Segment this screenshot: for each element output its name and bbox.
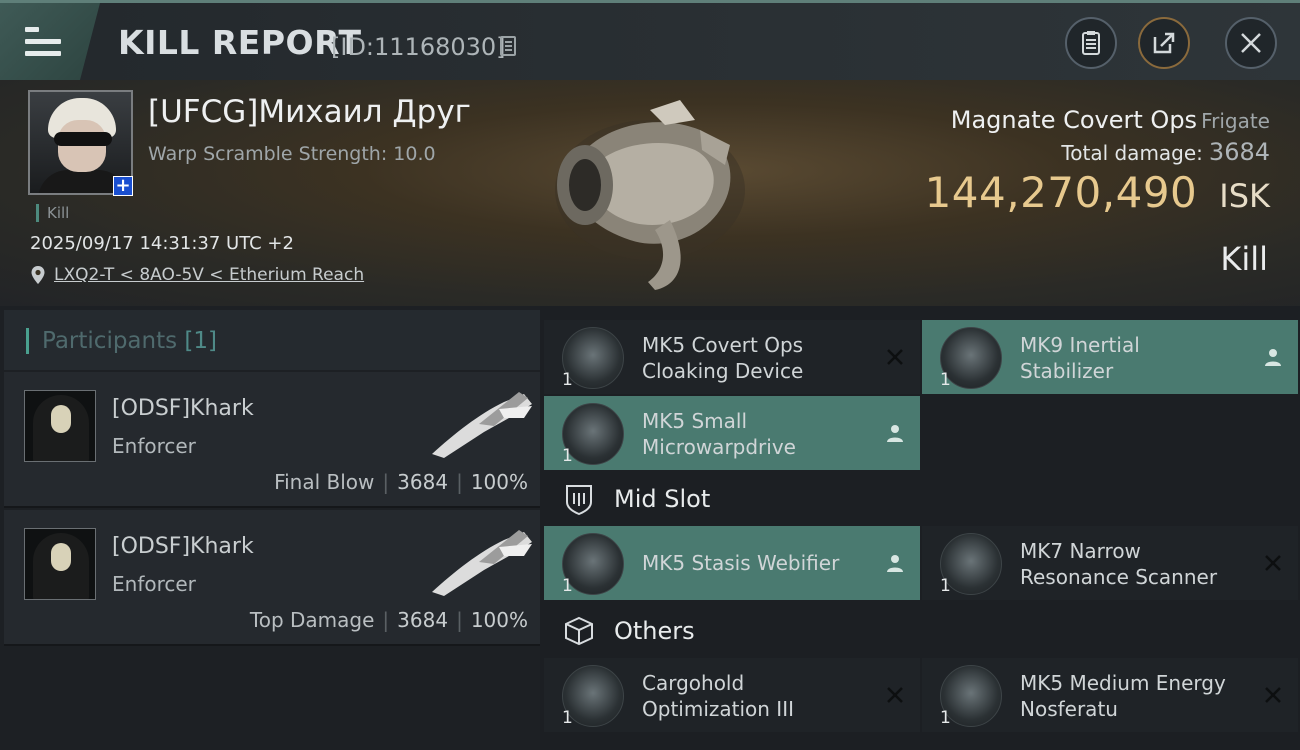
clipboard-icon xyxy=(1082,31,1100,55)
location-link[interactable]: LXQ2-T < 8AO-5V < Etherium Reach xyxy=(54,265,364,285)
module-qty: 1 xyxy=(940,576,951,596)
total-damage-label: Total damage: xyxy=(1061,141,1203,165)
participants-title: Participants [1] xyxy=(42,328,217,354)
destroyed-icon xyxy=(1265,555,1281,571)
participant-row[interactable]: [ODSF]Khark Enforcer Final Blow | 3684 | 100… xyxy=(4,372,540,508)
header-accent xyxy=(26,328,29,354)
kill-datetime: 2025/09/17 14:31:37 UTC +2 xyxy=(30,233,294,254)
hamburger-icon xyxy=(25,27,61,63)
destroyed-icon xyxy=(1265,687,1281,703)
module-name: MK9 Inertial Stabilizer xyxy=(1020,333,1140,383)
module-item[interactable]: 1 MK7 Narrow Resonance Scanner xyxy=(922,526,1298,600)
mid-slot-header: Mid Slot xyxy=(540,472,1300,526)
ship-name-text: Magnate Covert Ops xyxy=(950,106,1198,134)
participant-percent: 100% xyxy=(470,608,528,632)
destroyed-icon xyxy=(887,349,903,365)
total-damage-value: 3684 xyxy=(1208,138,1270,166)
participants-panel: Participants [1] [ODSF]Khark Enforcer Fi… xyxy=(0,306,540,750)
share-button[interactable] xyxy=(1138,17,1190,69)
copy-icon[interactable] xyxy=(500,36,516,56)
share-icon xyxy=(1153,32,1175,54)
dropped-person-icon xyxy=(887,555,903,572)
module-name: Cargohold Optimization III xyxy=(642,671,794,721)
module-item[interactable]: 1 MK5 Medium Energy Nosferatu xyxy=(922,658,1298,732)
others-header: Others xyxy=(540,604,1300,658)
participants-count: [1] xyxy=(184,328,218,354)
module-name: MK7 Narrow Resonance Scanner xyxy=(1020,539,1218,589)
module-qty: 1 xyxy=(940,370,951,390)
location-pin-icon xyxy=(31,266,45,284)
dropped-person-icon xyxy=(1265,349,1281,366)
box-icon xyxy=(565,616,593,646)
participants-title-text: Participants xyxy=(42,328,178,354)
others-title: Others xyxy=(614,617,695,645)
participant-ship-image xyxy=(432,530,532,596)
module-qty: 1 xyxy=(562,446,573,466)
result-label: Kill xyxy=(1220,240,1268,278)
mid-slot-icon xyxy=(566,485,592,516)
participant-name: [ODSF]Khark xyxy=(112,534,254,559)
participant-ship: Enforcer xyxy=(112,572,196,596)
close-icon xyxy=(1241,33,1261,53)
victim-name[interactable]: [UFCG]Михаил Друг xyxy=(148,94,471,130)
kill-tag: Kill xyxy=(36,204,69,222)
participant-percent: 100% xyxy=(470,470,528,494)
close-button[interactable] xyxy=(1225,17,1277,69)
module-qty: 1 xyxy=(940,708,951,728)
warp-scramble-strength: Warp Scramble Strength: 10.0 xyxy=(148,143,436,165)
module-item[interactable]: 1 MK9 Inertial Stabilizer xyxy=(922,320,1298,394)
victim-banner: + [UFCG]Михаил Друг Warp Scramble Streng… xyxy=(0,80,1300,306)
mid-slot-title: Mid Slot xyxy=(614,485,711,513)
module-qty: 1 xyxy=(562,708,573,728)
participant-stats: Final Blow | 3684 | 100% xyxy=(274,470,528,494)
module-qty: 1 xyxy=(562,576,573,596)
participant-ship: Enforcer xyxy=(112,434,196,458)
kill-location[interactable]: LXQ2-T < 8AO-5V < Etherium Reach xyxy=(30,265,364,285)
clipboard-button[interactable] xyxy=(1065,17,1117,69)
isk-value: 144,270,490 ISK xyxy=(925,168,1270,217)
dropped-person-icon xyxy=(887,425,903,442)
participant-avatar[interactable] xyxy=(24,528,96,600)
isk-amount: 144,270,490 xyxy=(924,168,1198,217)
participant-name: [ODSF]Khark xyxy=(112,396,254,421)
participant-role: Final Blow xyxy=(274,470,375,494)
module-name: MK5 Small Microwarpdrive xyxy=(642,409,796,459)
module-name: MK5 Stasis Webifier xyxy=(642,551,840,575)
destroyed-icon xyxy=(887,687,903,703)
menu-button[interactable] xyxy=(0,3,100,80)
participants-header[interactable]: Participants [1] xyxy=(4,310,540,370)
module-name: MK5 Medium Energy Nosferatu xyxy=(1020,671,1226,721)
participant-avatar[interactable] xyxy=(24,390,96,462)
participant-stats: Top Damage | 3684 | 100% xyxy=(249,608,528,632)
module-item[interactable]: 1 MK5 Stasis Webifier xyxy=(544,526,920,600)
ship-class: Frigate xyxy=(1201,109,1270,133)
ship-name[interactable]: Magnate Covert Ops Frigate xyxy=(951,106,1270,134)
isk-unit: ISK xyxy=(1219,177,1270,215)
module-name: MK5 Covert Ops Cloaking Device xyxy=(642,333,804,383)
header-bar: KILL REPORT [ID:11168030] xyxy=(0,0,1300,80)
participant-row[interactable]: [ODSF]Khark Enforcer Top Damage | 3684 | 100… xyxy=(4,510,540,646)
participant-damage: 3684 xyxy=(397,608,449,632)
participant-damage: 3684 xyxy=(397,470,449,494)
page-title: KILL REPORT xyxy=(118,23,362,62)
total-damage: Total damage: 3684 xyxy=(1061,138,1270,166)
module-item[interactable]: 1 MK5 Covert Ops Cloaking Device xyxy=(544,320,920,394)
victim-ship-image xyxy=(555,100,745,290)
module-item[interactable]: 1 MK5 Small Microwarpdrive xyxy=(544,396,920,470)
participant-role: Top Damage xyxy=(249,608,375,632)
fitting-panel: 1 MK5 Covert Ops Cloaking Device 1 MK9 I… xyxy=(540,306,1300,750)
participant-ship-image xyxy=(432,392,532,458)
add-contact-icon[interactable]: + xyxy=(113,176,133,196)
module-item[interactable]: 1 Cargohold Optimization III xyxy=(544,658,920,732)
report-id: [ID:11168030] xyxy=(331,33,506,61)
module-qty: 1 xyxy=(562,370,573,390)
